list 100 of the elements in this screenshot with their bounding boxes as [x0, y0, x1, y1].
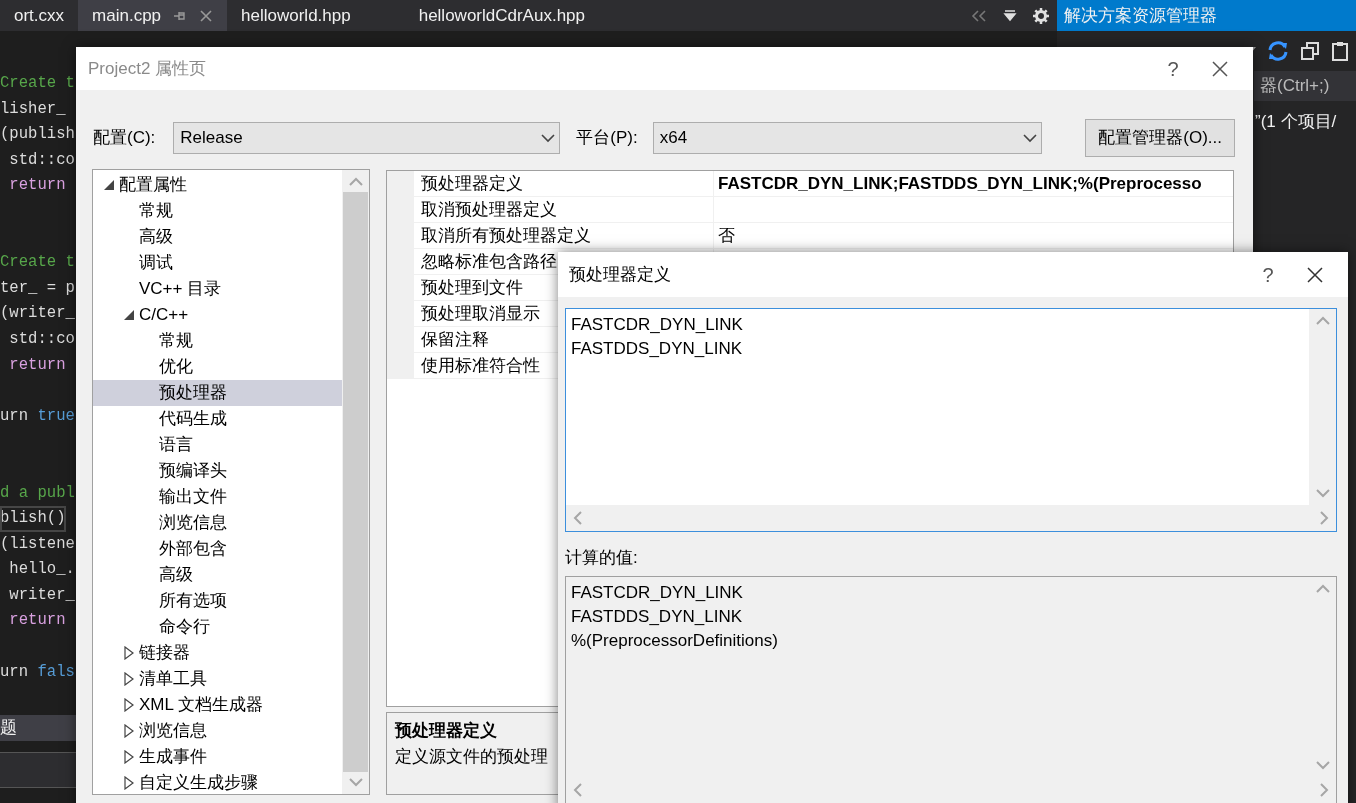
computed-values-box[interactable]: FASTCDR_DYN_LINK FASTDDS_DYN_LINK %(PreprocessorDefinitions) [565, 575, 1337, 803]
property-name[interactable]: 取消所有预处理器定义 [414, 223, 714, 248]
field-label: 配置(C): [93, 127, 156, 150]
tree-item[interactable]: 生成事件 [93, 744, 342, 770]
editor-tab[interactable]: ort.cxx [0, 0, 79, 31]
tree-item[interactable]: 常规 [93, 198, 342, 224]
tree-item[interactable]: 高级 [93, 224, 342, 250]
code-line: std::co [8, 149, 75, 171]
help-button[interactable]: ? [1246, 259, 1290, 290]
tree-item[interactable]: C/C++ [93, 302, 342, 328]
collapsed-icon[interactable] [124, 724, 134, 738]
description-text: 定义源文件的预处理 [395, 745, 549, 768]
tree-item[interactable]: 常规 [93, 328, 342, 354]
editor-tab[interactable]: helloworldCdrAux.hpp [404, 0, 599, 31]
configuration-manager-button[interactable]: 配置管理器(O)... [1085, 119, 1235, 157]
property-name[interactable]: 取消预处理器定义 [414, 197, 714, 222]
text-line: FASTCDR_DYN_LINK [571, 581, 744, 604]
property-name[interactable]: 预处理器定义 [414, 171, 714, 196]
clipboard-icon[interactable] [1330, 41, 1350, 61]
code-line: return [8, 175, 66, 197]
window-title: Project2 属性页 [88, 57, 208, 80]
tree-item[interactable]: 命令行 [93, 614, 342, 640]
caret-icon [541, 133, 556, 143]
text-line: FASTCDR_DYN_LINK [571, 314, 744, 336]
definitions-textarea[interactable]: FASTCDR_DYN_LINK FASTDDS_DYN_LINK [565, 308, 1337, 532]
collapsed-icon[interactable] [124, 698, 134, 712]
tree-item[interactable]: 配置属性 [93, 172, 342, 198]
collapsed-icon[interactable] [124, 646, 134, 660]
expanded-icon[interactable] [104, 180, 114, 190]
tree-item[interactable]: 预处理器 [93, 380, 342, 406]
code-line: (publish [0, 124, 75, 146]
configuration-dropdown[interactable]: Release [173, 122, 561, 154]
property-value[interactable]: FASTCDR_DYN_LINK;FASTDDS_DYN_LINK;%(Preprocesso [714, 171, 1202, 196]
panel-tab[interactable]: 题 [0, 718, 17, 737]
tree-item[interactable]: 调试 [93, 250, 342, 276]
collapsed-icon[interactable] [124, 672, 134, 686]
window-title: 预处理器定义 [569, 263, 672, 286]
tree-item[interactable]: 语言 [93, 432, 342, 458]
tree-item[interactable]: 高级 [93, 562, 342, 588]
code-line: Create t [0, 73, 75, 94]
editor-tab[interactable]: main.cpp [78, 0, 228, 31]
tree-item[interactable]: 预编译头 [93, 458, 342, 484]
code-line: d a publ [0, 482, 75, 504]
tree-item[interactable]: 代码生成 [93, 406, 342, 432]
scroll-right-icon[interactable] [1318, 510, 1330, 526]
collapsed-icon[interactable] [124, 750, 134, 764]
tree-item[interactable]: 清单工具 [93, 666, 342, 692]
tree-item[interactable]: 输出文件 [93, 484, 342, 510]
windows-icon[interactable] [1300, 41, 1320, 61]
tree-item[interactable]: 自定义生成步骤 [93, 770, 342, 796]
field-label: 计算的值: [565, 547, 639, 569]
code-line: (listene [0, 533, 75, 555]
tree-item[interactable]: 所有选项 [93, 588, 342, 614]
code-line: hello_. [8, 559, 75, 581]
platform-dropdown[interactable]: x64 [652, 122, 1042, 154]
tree-item[interactable]: 链接器 [93, 640, 342, 666]
tree-item[interactable]: 优化 [93, 354, 342, 380]
scrollbar[interactable] [566, 505, 1336, 531]
scroll-down-icon[interactable] [1314, 758, 1331, 771]
code-line: std::co [8, 328, 75, 350]
field-label: 平台(P): [576, 127, 638, 150]
search-field[interactable]: 器(Ctrl+;) [1254, 71, 1356, 101]
property-value[interactable]: 否 [714, 223, 735, 248]
text-line: FASTDDS_DYN_LINK [571, 605, 743, 628]
collapsed-icon[interactable] [124, 776, 134, 790]
tree-item[interactable]: 浏览信息 [93, 510, 342, 536]
code-line: writer_ [8, 584, 75, 606]
dropdown-icon[interactable] [1003, 8, 1017, 23]
code-line: urn fals [0, 661, 75, 683]
tree-item[interactable]: 浏览信息 [93, 718, 342, 744]
close-icon[interactable] [1306, 265, 1324, 284]
scroll-left-icon[interactable] [971, 8, 987, 23]
close-icon[interactable] [1211, 59, 1229, 78]
scroll-right-icon[interactable] [1318, 781, 1330, 798]
scroll-left-icon[interactable] [572, 510, 584, 526]
scroll-up-icon[interactable] [347, 176, 364, 188]
code-line: urn true [0, 405, 75, 427]
scroll-up-icon[interactable] [1314, 582, 1331, 595]
caret-icon [1022, 133, 1037, 143]
refresh-icon[interactable] [1266, 40, 1290, 62]
scrollbar[interactable] [1309, 309, 1336, 505]
text-line: %(PreprocessorDefinitions) [571, 629, 779, 652]
scroll-left-icon[interactable] [572, 781, 584, 798]
panel-title: 解决方案资源管理器 [1057, 0, 1356, 31]
scroll-up-icon[interactable] [1314, 315, 1331, 327]
editor-tab[interactable]: helloworld.hpp [227, 0, 365, 31]
tree-item[interactable]: 外部包含 [93, 536, 342, 562]
settings-icon[interactable] [1033, 7, 1049, 24]
code-line: return [8, 610, 66, 632]
scroll-down-icon[interactable] [1314, 487, 1331, 499]
code-line: ter_ = p [0, 277, 75, 299]
tree-item[interactable]: XML 文档生成器 [93, 692, 342, 718]
code-line: Create t [0, 252, 75, 274]
help-button[interactable]: ? [1151, 53, 1195, 84]
code-line: lisher_ [0, 98, 66, 120]
description-title: 预处理器定义 [395, 720, 498, 742]
tree-item[interactable]: VC++ 目录 [93, 276, 342, 302]
scroll-down-icon[interactable] [347, 776, 364, 788]
expanded-icon[interactable] [124, 310, 134, 320]
tree-item[interactable]: ”(1 个项目/ [1255, 109, 1337, 135]
